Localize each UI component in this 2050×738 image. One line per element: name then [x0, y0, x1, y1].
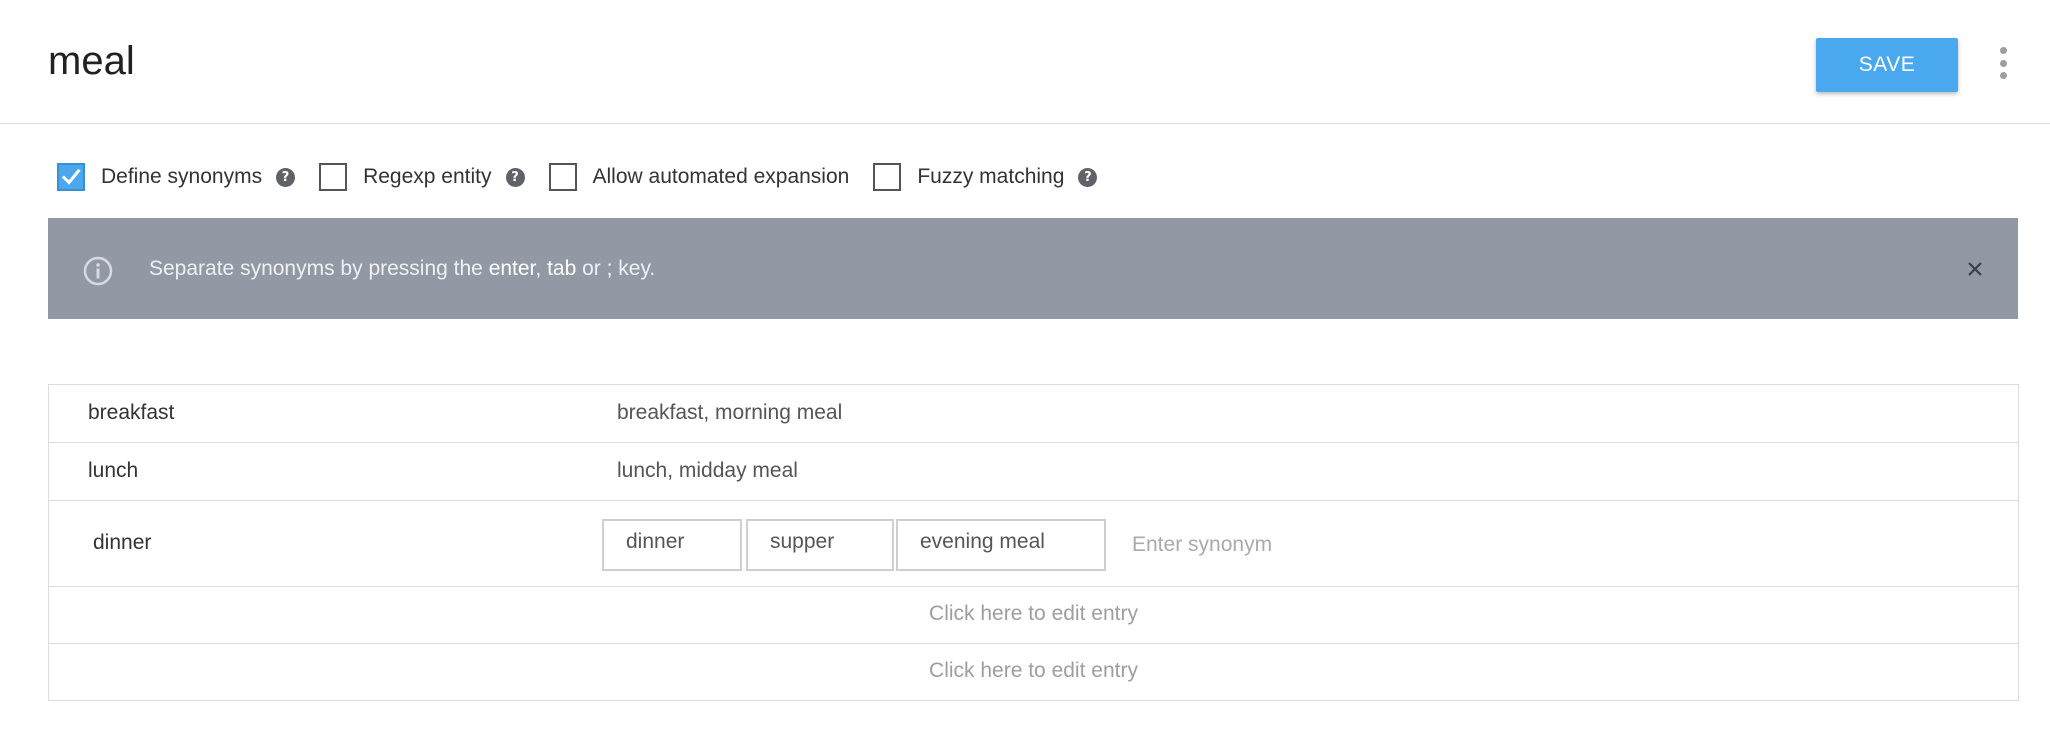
automated-expansion-checkbox[interactable] — [548, 163, 577, 191]
table-row-editing[interactable]: dinner dinner supper evening meal — [49, 501, 2018, 587]
info-banner: Separate synonyms by pressing the enter,… — [48, 218, 2018, 319]
define-synonyms-label: Define synonyms — [101, 165, 263, 188]
synonym-chip[interactable]: evening meal — [896, 519, 1106, 571]
regexp-entity-checkbox[interactable] — [319, 163, 348, 191]
automated-expansion-label: Allow automated expansion — [592, 165, 850, 188]
fuzzy-matching-label: Fuzzy matching — [917, 165, 1065, 188]
page-header: meal SAVE — [0, 0, 2050, 124]
key-enter: enter — [488, 257, 536, 280]
edit-entry-placeholder[interactable]: Click here to edit entry — [49, 659, 2018, 683]
fuzzy-matching-checkbox[interactable] — [873, 163, 902, 191]
key-tab: tab — [547, 257, 577, 280]
info-text: Separate synonyms by pressing the enter,… — [149, 254, 655, 284]
close-icon[interactable] — [1965, 259, 1985, 279]
more-vert-icon[interactable] — [1993, 47, 2013, 79]
table-row[interactable]: breakfast breakfast, morning meal — [49, 385, 2018, 443]
info-text-part: , — [535, 257, 548, 280]
help-icon[interactable]: ? — [276, 167, 296, 187]
synonym-chip[interactable]: supper — [746, 519, 894, 571]
synonyms-value[interactable]: lunch, midday meal — [617, 459, 798, 483]
option-fuzzy-matching[interactable]: Fuzzy matching ? — [873, 163, 1098, 191]
page-title: meal — [48, 39, 135, 83]
reference-value[interactable]: dinner — [93, 531, 151, 555]
more-dot — [1999, 47, 2007, 54]
checkmark-icon — [61, 168, 81, 185]
table-row[interactable]: lunch lunch, midday meal — [49, 443, 2018, 501]
empty-entry-row[interactable]: Click here to edit entry — [49, 644, 2018, 700]
option-regexp-entity[interactable]: Regexp entity ? — [319, 163, 525, 191]
save-button[interactable]: SAVE — [1816, 38, 1958, 92]
more-dot — [1999, 59, 2007, 67]
info-text-part: Separate synonyms by pressing the — [149, 257, 489, 280]
reference-value[interactable]: lunch — [88, 459, 138, 483]
regexp-entity-label: Regexp entity — [363, 165, 492, 188]
reference-value[interactable]: breakfast — [88, 401, 174, 425]
option-define-synonyms[interactable]: Define synonyms ? — [57, 163, 296, 191]
more-dot — [1999, 72, 2007, 79]
info-text-part: or — [576, 257, 607, 280]
entries-table: breakfast breakfast, morning meal lunch … — [48, 384, 2019, 701]
info-icon — [83, 256, 113, 286]
info-text-part: key. — [612, 257, 656, 280]
empty-entry-row[interactable]: Click here to edit entry — [49, 587, 2018, 644]
synonym-chip[interactable]: dinner — [602, 519, 742, 571]
option-automated-expansion[interactable]: Allow automated expansion — [548, 163, 850, 191]
help-icon[interactable]: ? — [505, 167, 525, 187]
entity-options: Define synonyms ? Regexp entity ? Allow … — [57, 160, 1121, 194]
define-synonyms-checkbox[interactable] — [57, 163, 85, 191]
synonyms-value[interactable]: breakfast, morning meal — [617, 401, 842, 425]
help-icon[interactable]: ? — [1078, 167, 1098, 187]
synonym-input[interactable] — [1126, 519, 1532, 571]
edit-entry-placeholder[interactable]: Click here to edit entry — [49, 602, 2018, 626]
